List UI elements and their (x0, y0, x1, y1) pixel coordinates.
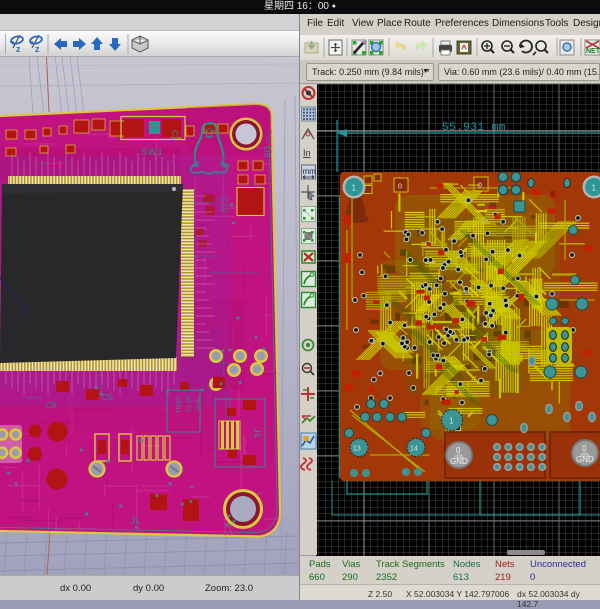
svg-text:0: 0 (582, 444, 587, 453)
svg-text:C1: C1 (170, 130, 179, 141)
svg-text:C9: C9 (46, 401, 57, 410)
svg-text:J4: J4 (252, 428, 262, 438)
svg-text:1: 1 (592, 184, 597, 193)
svg-text:SW1: SW1 (141, 147, 164, 157)
svg-text:1: 1 (352, 184, 357, 193)
svg-text:13: 13 (353, 446, 361, 453)
svg-text:55.931 mm: 55.931 mm (442, 122, 506, 134)
svg-text:In: In (303, 148, 311, 158)
svg-text:z: z (16, 44, 21, 54)
svg-text:z: z (35, 44, 40, 54)
svg-text:J1: J1 (130, 516, 140, 526)
svg-text:1: 1 (449, 417, 454, 426)
svg-text:C5: C5 (102, 393, 113, 402)
svg-text:NET: NET (586, 48, 600, 55)
svg-text:+5 G: +5 G (194, 396, 201, 410)
svg-text:0: 0 (398, 184, 402, 191)
svg-text:CKR1: CKR1 (174, 396, 181, 414)
svg-text:GND: GND (576, 455, 594, 464)
svg-text:GND: GND (450, 457, 468, 466)
svg-text:mm: mm (303, 167, 317, 176)
svg-text:0: 0 (456, 446, 461, 455)
svg-text:IO T2: IO T2 (184, 396, 191, 413)
svg-text:14: 14 (410, 446, 418, 453)
svg-text:D5: D5 (262, 146, 272, 158)
